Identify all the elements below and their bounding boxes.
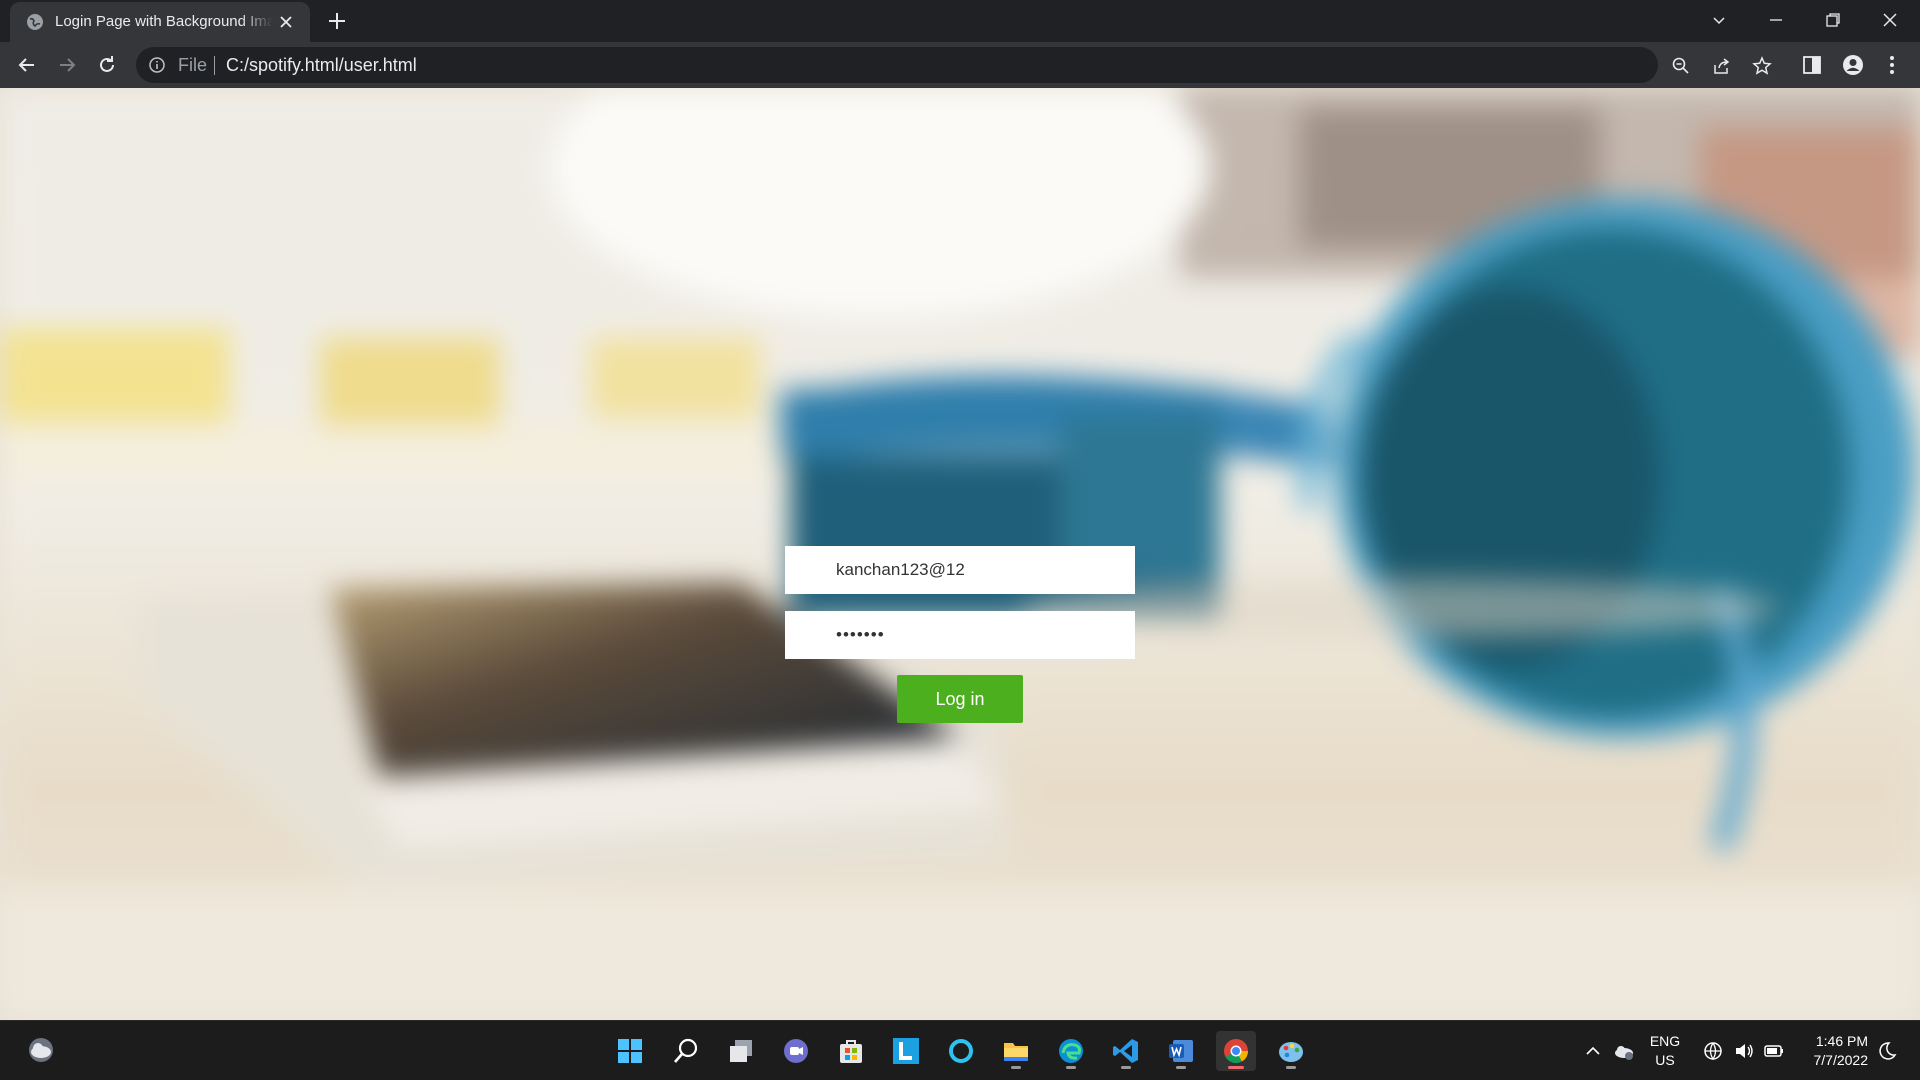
chrome-button[interactable] [1216,1031,1256,1071]
running-indicator [1121,1066,1131,1069]
cortana-button[interactable] [941,1031,981,1071]
page-viewport: Log in [0,88,1920,1020]
file-explorer-icon [1004,1043,1028,1061]
language-code: ENG [1649,1033,1681,1049]
store-icon [840,1040,862,1063]
store-button[interactable] [831,1031,871,1071]
paint-button[interactable] [1271,1031,1311,1071]
close-tab-icon[interactable] [276,12,296,32]
network-icon[interactable] [1702,1040,1724,1062]
edge-icon [1059,1039,1083,1063]
reload-icon[interactable] [95,53,119,77]
keyboard-layout: US [1655,1052,1675,1068]
teams-chat-button[interactable] [776,1031,816,1071]
username-input[interactable] [785,546,1135,594]
taskbar-search-button[interactable] [666,1031,706,1071]
word-button[interactable] [1161,1031,1201,1071]
onedrive-icon[interactable] [1613,1040,1635,1062]
weather-icon[interactable] [26,1035,56,1065]
chrome-icon [1224,1039,1248,1064]
zoom-icon[interactable] [1671,56,1691,76]
file-explorer-button[interactable] [996,1031,1036,1071]
password-input[interactable] [785,611,1135,659]
clock-date: 7/7/2022 [1813,1052,1869,1068]
back-icon[interactable] [15,53,39,77]
profile-icon[interactable] [1842,54,1864,76]
menu-dots-icon[interactable] [1881,54,1903,76]
vscode-button[interactable] [1106,1031,1146,1071]
start-icon [618,1039,642,1063]
input-language[interactable]: ENG US [1644,1032,1686,1070]
show-hidden-icons-icon[interactable] [1582,1040,1604,1062]
task-view-button[interactable] [721,1031,761,1071]
running-indicator [1011,1066,1021,1069]
l-app-button[interactable] [886,1031,926,1071]
minimize-icon[interactable] [1764,8,1788,32]
browser-toolbar: File C:/spotify.html/user.html [0,42,1920,88]
teams-chat-icon [784,1039,808,1063]
globe-icon [27,14,43,30]
running-indicator [1286,1066,1296,1069]
browser-titlebar: Login Page with Background Image [0,0,1920,42]
tab-title: Login Page with Background Image [55,13,273,30]
running-indicator [1066,1066,1076,1069]
address-bar[interactable]: File C:/spotify.html/user.html [136,47,1772,83]
restore-icon[interactable] [1821,8,1845,32]
edge-button[interactable] [1051,1031,1091,1071]
close-window-icon[interactable] [1878,8,1902,32]
forward-icon[interactable] [55,53,79,77]
tab-search-icon[interactable] [1707,8,1731,32]
omnibox-separator [214,56,215,75]
scheme-label: File [178,55,208,75]
side-panel-icon[interactable] [1801,54,1823,76]
start-button[interactable] [610,1031,650,1071]
clock-time: 1:46 PM [1815,1033,1868,1049]
search-icon [674,1038,698,1063]
system-clock[interactable]: 1:46 PM 7/7/2022 [1800,1032,1869,1070]
share-icon[interactable] [1712,56,1732,76]
vscode-icon [1113,1039,1138,1063]
windows-taskbar: ENG US 1:46 PM 7/7/2022 [0,1020,1920,1080]
info-icon[interactable] [148,56,166,74]
paint-icon [1279,1042,1303,1062]
focus-assist-icon[interactable] [1876,1040,1898,1062]
running-indicator [1228,1066,1244,1069]
browser-tab[interactable]: Login Page with Background Image [10,2,310,42]
running-indicator [1176,1066,1186,1069]
cortana-icon [949,1039,973,1063]
login-button[interactable]: Log in [897,675,1023,723]
url-text[interactable]: C:/spotify.html/user.html [226,55,417,76]
new-tab-icon[interactable] [326,10,348,32]
task-view-icon [730,1040,752,1062]
bookmark-star-icon[interactable] [1752,56,1772,76]
volume-icon[interactable] [1733,1040,1755,1062]
battery-icon[interactable] [1763,1040,1785,1062]
word-icon [1169,1040,1193,1062]
l-app-icon [893,1038,919,1064]
